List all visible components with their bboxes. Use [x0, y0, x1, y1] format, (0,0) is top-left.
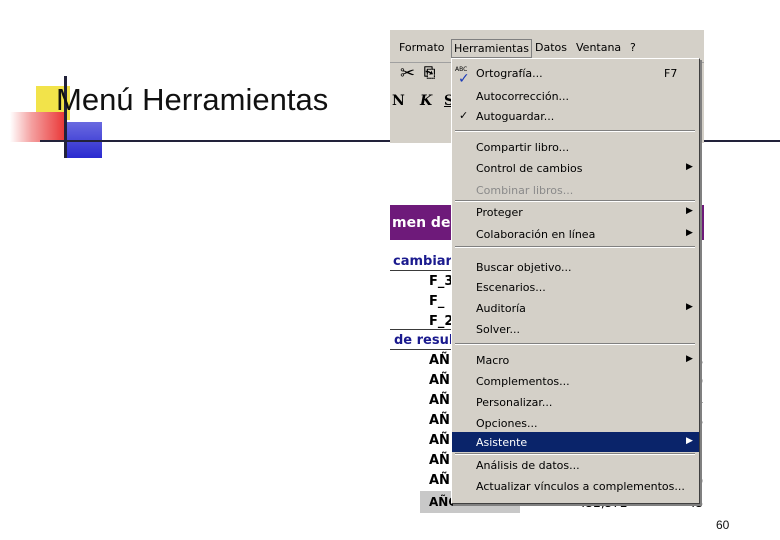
menu-item-control-cambios[interactable]: Control de cambios ▶ [452, 158, 699, 178]
year-label-5: AÑ [429, 433, 450, 448]
checkmark-icon: ✓ [459, 109, 469, 122]
menu-item-combinar-libros: Combinar libros... [476, 184, 574, 197]
resul-underline [390, 349, 452, 350]
year-label-4: AÑ [429, 413, 450, 428]
resul-label: de resul [394, 333, 454, 348]
title-underline-rule-right [700, 140, 780, 142]
row-label-f2: F_2 [429, 314, 454, 329]
herramientas-dropdown: ABC ✓ Ortografía... F7 Autocorrección...… [451, 58, 700, 504]
submenu-arrow-icon: ▶ [686, 302, 693, 312]
menu-item-complementos[interactable]: Complementos... [452, 371, 699, 391]
year-label-7: AÑ [429, 473, 450, 488]
menu-item-proteger[interactable]: Proteger ▶ [452, 202, 699, 222]
menu-item-macro[interactable]: Macro ▶ [452, 350, 699, 370]
copy-icon[interactable]: ⎘ [424, 65, 435, 81]
bold-button[interactable]: N [392, 93, 405, 109]
menu-separator [455, 343, 695, 345]
slide-title: Menú Herramientas [56, 82, 329, 117]
submenu-arrow-icon: ▶ [686, 228, 693, 238]
menu-separator [455, 130, 695, 132]
cambiar-label: cambiar [393, 254, 452, 269]
menu-item-escenarios[interactable]: Escenarios... [452, 277, 699, 297]
menu-item-opciones[interactable]: Opciones... [452, 413, 699, 433]
menu-datos[interactable]: Datos [535, 41, 567, 54]
submenu-arrow-icon: ▶ [686, 436, 693, 446]
italic-button[interactable]: K [420, 93, 432, 109]
menu-item-ortografia[interactable]: ABC ✓ Ortografía... F7 [452, 63, 699, 87]
menu-item-solver[interactable]: Solver... [452, 319, 699, 339]
submenu-arrow-icon: ▶ [686, 206, 693, 216]
menu-item-analisis-datos[interactable]: Análisis de datos... [452, 455, 699, 475]
year-label-3: AÑ [429, 393, 450, 408]
menu-help[interactable]: ? [630, 41, 636, 54]
menu-herramientas[interactable]: Herramientas [451, 39, 532, 58]
spellcheck-icon: ABC ✓ [455, 66, 470, 87]
submenu-arrow-icon: ▶ [686, 354, 693, 364]
menu-item-autocorreccion[interactable]: Autocorrección... [452, 86, 699, 106]
menu-item-compartir-libro[interactable]: Compartir libro... [452, 137, 699, 157]
row-label-f3: F_3 [429, 274, 454, 289]
menu-item-autoguardar[interactable]: ✓ Autoguardar... [452, 106, 699, 126]
year-label-2: AÑ [429, 373, 450, 388]
cambiar-underline [390, 270, 452, 271]
menu-formato[interactable]: Formato [399, 41, 445, 54]
menu-item-auditoria[interactable]: Auditoría ▶ [452, 298, 699, 318]
shortcut-f7: F7 [664, 67, 678, 80]
year-label-1: AÑ [429, 353, 450, 368]
submenu-arrow-icon: ▶ [686, 162, 693, 172]
menu-item-buscar-objetivo[interactable]: Buscar objetivo... [452, 257, 699, 277]
year-label-6: AÑ [429, 453, 450, 468]
menu-ventana[interactable]: Ventana [576, 41, 621, 54]
cut-icon[interactable]: ✂ [400, 63, 415, 84]
menu-separator [455, 246, 695, 248]
menu-item-personalizar[interactable]: Personalizar... [452, 392, 699, 412]
menu-item-colaboracion[interactable]: Colaboración en línea ▶ [452, 224, 699, 244]
row-label-f1: F_ [429, 294, 445, 309]
title-underline-rule [40, 140, 390, 142]
resul-topline [390, 329, 452, 330]
menu-item-asistente[interactable]: Asistente ▶ [452, 432, 699, 452]
page-number: 60 [716, 518, 730, 532]
menu-item-actualizar-vinculos[interactable]: Actualizar vínculos a complementos... [452, 476, 699, 496]
